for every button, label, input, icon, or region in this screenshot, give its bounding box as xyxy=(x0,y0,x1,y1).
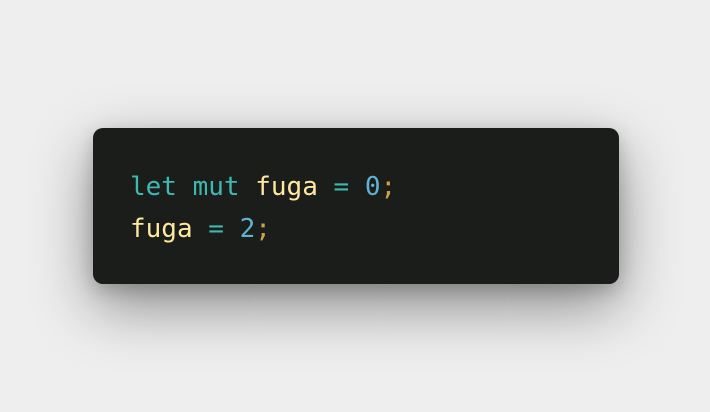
variable-fuga: fuga xyxy=(130,214,193,244)
keyword-mut: mut xyxy=(192,172,240,202)
variable-fuga: fuga xyxy=(255,172,318,202)
semicolon: ; xyxy=(255,214,271,244)
code-snippet-card: let mut fuga = 0; fuga = 2; xyxy=(93,128,619,284)
semicolon: ; xyxy=(380,172,397,202)
keyword-let: let xyxy=(130,172,177,202)
code-line-1: let mut fuga = 0; xyxy=(130,166,619,208)
assign-operator: = xyxy=(208,214,224,244)
code-line-2: fuga = 2; xyxy=(130,208,619,250)
assign-operator: = xyxy=(333,172,350,202)
number-literal: 0 xyxy=(364,172,381,202)
number-literal: 2 xyxy=(239,214,256,244)
